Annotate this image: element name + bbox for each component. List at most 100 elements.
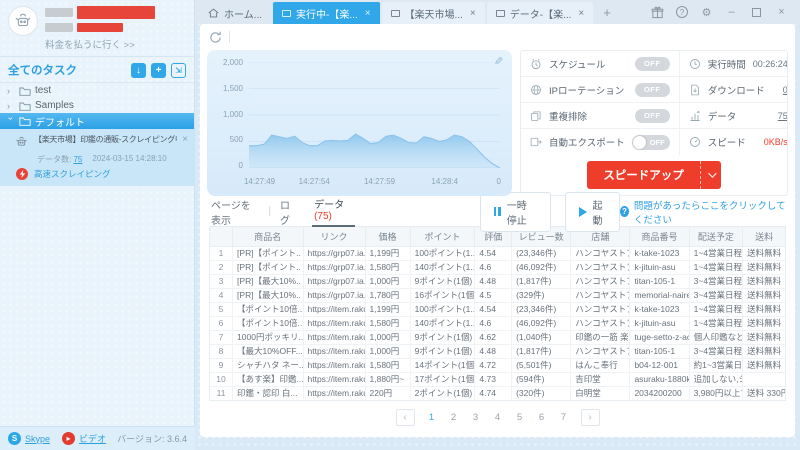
auto-export-toggle[interactable]: OFF — [631, 134, 670, 150]
page-button[interactable]: 6 — [531, 409, 553, 426]
table-row[interactable]: 4 [PR]【最大10%.. https://grp07.ia... 1,780円 16… — [210, 288, 785, 303]
table-cell: 送料無料 — [742, 288, 785, 303]
column-header[interactable]: 送料 — [742, 227, 785, 247]
table-cell: https://item.raku... — [303, 386, 366, 400]
page-button[interactable]: 3 — [465, 409, 487, 426]
sidebar-folder-default[interactable]: › デフォルト — [0, 113, 194, 129]
sidebar-folder-test[interactable]: › test — [0, 83, 194, 98]
table-row[interactable]: 6【ポイント10倍..https://item.raku...1,580円140… — [210, 316, 785, 331]
table-row[interactable]: 3 [PR]【最大10%.. https://grp07.ia... 1,000円 9ポ… — [210, 274, 785, 289]
tab-log[interactable]: ログ — [278, 197, 298, 227]
tasks-header: 全てのタスク ↓ + ⇲ — [0, 57, 194, 83]
row-number: 1 — [210, 246, 234, 261]
table-row[interactable]: 9シャチハタ ネー...https://item.raku...1,580円14… — [210, 358, 785, 373]
column-header[interactable]: 配送予定 — [689, 227, 744, 247]
table-cell: 1~4営業日程度... — [689, 246, 744, 261]
chart-plot-area[interactable] — [249, 62, 500, 168]
table-cell: 【あす楽】印鑑... — [232, 372, 304, 387]
tab-rakuten-task[interactable]: 【楽天市場... × — [381, 2, 485, 24]
chevron-down-icon[interactable] — [699, 160, 721, 189]
minimize-icon[interactable]: – — [725, 6, 738, 19]
tab-home[interactable]: ホーム... — [199, 2, 271, 24]
settings-icon[interactable]: ⚙ — [700, 6, 713, 19]
speed-up-button[interactable]: スピードアップ — [587, 160, 721, 189]
page-button[interactable]: 5 — [509, 409, 531, 426]
batch-task-icon[interactable]: ⇲ — [171, 62, 186, 78]
import-task-icon[interactable]: ↓ — [131, 62, 146, 78]
table-cell: 140ポイント(1... — [410, 316, 476, 331]
new-task-icon[interactable]: + — [151, 62, 166, 78]
pay-link[interactable]: 料金を払うに行く >> — [45, 37, 186, 51]
close-tab-icon[interactable]: × — [470, 8, 476, 19]
tab-data[interactable]: データ-【楽... × — [486, 2, 594, 24]
next-page-button[interactable]: › — [580, 409, 600, 426]
page-button[interactable]: 2 — [443, 409, 465, 426]
start-button[interactable]: 起動 — [564, 191, 621, 232]
column-header[interactable]: リンク — [303, 227, 366, 247]
skype-link[interactable]: Skype — [25, 434, 50, 444]
stats-panel: スケジュール OFF 実行時間 00:26:24 IPローテーション OFF ダ… — [520, 50, 788, 196]
sidebar-folder-samples[interactable]: › Samples — [0, 98, 194, 113]
tab-running-task[interactable]: 実行中-【楽... × — [273, 2, 380, 24]
table-cell: https://item.raku... — [303, 330, 366, 345]
column-header[interactable]: 商品名 — [232, 227, 304, 247]
stat-ip-rotation: IPローテーション OFF — [521, 77, 679, 103]
table-row[interactable]: 11印鑑・認印 白...https://item.raku...220円2ポイン… — [210, 386, 785, 400]
table-cell: 4.62 — [474, 330, 513, 345]
tab-show-page[interactable]: ページを表示 — [209, 197, 261, 227]
table-cell: 100ポイント(1... — [410, 246, 476, 261]
data-value[interactable]: 75 — [778, 111, 787, 121]
table-cell: 4.6 — [474, 260, 513, 275]
table-cell: (329件) — [511, 288, 572, 303]
task-data-count-value[interactable]: 75 — [73, 155, 82, 164]
close-window-icon[interactable]: × — [775, 6, 788, 19]
page-button[interactable]: 4 — [487, 409, 509, 426]
video-link[interactable]: ビデオ — [79, 432, 106, 445]
table-row[interactable]: 10【あす楽】印鑑...https://item.raku...1,880円~1… — [210, 372, 785, 387]
page-button[interactable]: 1 — [421, 409, 443, 426]
pause-button[interactable]: 一時停止 — [479, 191, 551, 232]
pencil-icon[interactable]: ✎ — [494, 55, 503, 68]
avatar[interactable] — [8, 6, 38, 36]
refresh-icon[interactable] — [209, 31, 222, 44]
page-button[interactable]: 7 — [553, 409, 575, 426]
task-item[interactable]: 【楽天市場】印鑑の通販-スクレイピング中 × データ数: 75 2024-03-… — [0, 129, 194, 186]
table-cell: b04-12-001 — [629, 358, 690, 373]
close-task-icon[interactable]: × — [182, 134, 188, 145]
dedupe-off-badge[interactable]: OFF — [634, 108, 670, 123]
download-value[interactable]: 0 — [783, 85, 787, 95]
close-tab-icon[interactable]: × — [578, 8, 584, 19]
schedule-off-badge[interactable]: OFF — [634, 56, 670, 71]
ip-rotation-off-badge[interactable]: OFF — [634, 82, 670, 97]
table-row[interactable]: 8【最大10%OFF...https://item.raku...1,000円9… — [210, 344, 785, 359]
column-header[interactable]: ポイント — [410, 227, 476, 247]
row-number: 9 — [210, 358, 234, 373]
table-cell: 送料無料 — [742, 274, 785, 289]
view-toolbar: ページを表示 | ログ データ(75) 一時停止 起動 ? 問題があったらここを… — [200, 191, 795, 232]
column-header[interactable]: 価格 — [365, 227, 411, 247]
table-cell: tuge-setto-z-ao — [629, 330, 690, 345]
tab-label: 実行中-【楽... — [296, 9, 358, 21]
table-row[interactable]: 2 [PR]【ポイント.. https://grp07.ia... 1,580円 140… — [210, 260, 785, 275]
table-cell: asuraku-1880kg — [629, 372, 690, 387]
table-cell: 個人印鑑などは... — [689, 330, 744, 345]
maximize-icon[interactable] — [750, 6, 763, 19]
table-row[interactable]: 5【ポイント10倍..https://item.raku...1,199円100… — [210, 302, 785, 317]
help-icon[interactable]: ? — [676, 6, 688, 18]
gift-icon[interactable] — [651, 6, 664, 19]
stat-label: 自動エクスポート — [549, 138, 625, 149]
table-row[interactable]: 1 [PR]【ポイント.. https://grp07.ia... 1,199円 100… — [210, 246, 785, 261]
new-tab-button[interactable]: + — [595, 5, 619, 20]
table-cell: https://grp07.ia... — [303, 274, 366, 289]
table-row[interactable]: 71000円ポッキリ..https://item.raku...1,000円9ポ… — [210, 330, 785, 345]
trouble-help-link[interactable]: ? 問題があったらここをクリックしてください — [620, 198, 786, 226]
table-cell: 3~4営業日程度... — [689, 288, 744, 303]
prev-page-button[interactable]: ‹ — [395, 409, 415, 426]
table-cell: 4.73 — [474, 372, 513, 387]
folder-icon — [19, 86, 31, 96]
tab-data[interactable]: データ(75) — [312, 196, 355, 227]
column-header[interactable]: 商品番号 — [629, 227, 690, 247]
column-header[interactable]: レビュー数 — [511, 227, 572, 247]
close-tab-icon[interactable]: × — [365, 8, 371, 19]
sidebar-footer: S Skype ▸ ビデオ バージョン: 3.6.4 — [0, 426, 195, 450]
